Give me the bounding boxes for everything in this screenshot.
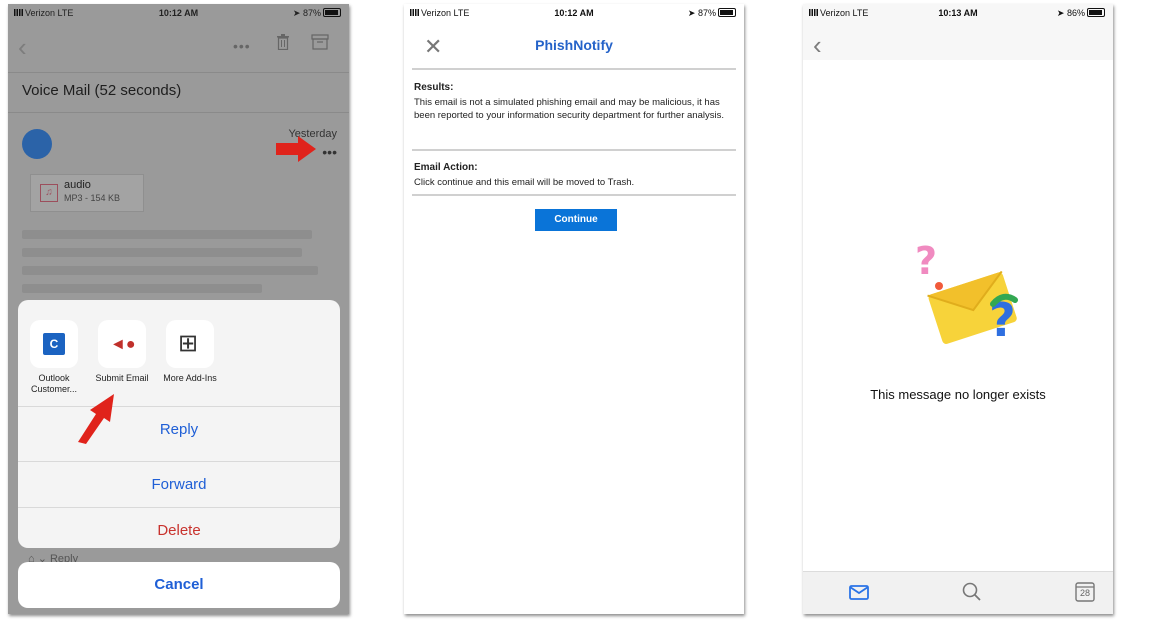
blurred-body-text <box>22 248 302 257</box>
more-options-icon[interactable]: ••• <box>233 38 251 54</box>
calendar-day: 28 <box>1079 588 1090 598</box>
delete-button[interactable]: Delete <box>18 507 340 548</box>
message-toolbar: ‹ ••• <box>8 30 349 70</box>
blurred-body-text <box>22 284 262 293</box>
missing-message-illustration-icon: ? ? <box>915 244 1018 347</box>
status-bar: Verizon LTE 10:12 AM ➤ 87% <box>8 4 349 22</box>
archive-icon[interactable] <box>311 34 329 50</box>
annotation-arrow-icon <box>276 136 316 162</box>
attachment-meta: MP3 - 154 KB <box>64 193 121 203</box>
addin-label: More Add-Ins <box>163 373 217 383</box>
bottom-tab-bar: 28 <box>803 571 1113 614</box>
addin-submit-email[interactable]: ◄● Submit Email <box>92 320 152 384</box>
addin-outlook-customer[interactable]: C Outlook Customer... <box>24 320 84 395</box>
results-text: This email is not a simulated phishing e… <box>414 97 724 121</box>
phone-screen-message-gone: Verizon LTE 10:13 AM ➤ 86% ‹ ? ? This me… <box>803 4 1113 614</box>
phone-screen-action-sheet: Verizon LTE 10:12 AM ➤ 87% ‹ ••• Voice M… <box>8 4 349 614</box>
addin-more[interactable]: ⊞ More Add-Ins <box>160 320 220 384</box>
addin-tile[interactable]: C <box>30 320 78 368</box>
mail-icon[interactable] <box>847 580 871 604</box>
status-bar: Verizon LTE 10:12 AM ➤ 87% <box>404 4 744 22</box>
divider <box>412 68 736 70</box>
email-subject: Voice Mail (52 seconds) <box>22 82 182 99</box>
annotation-arrow-icon <box>78 394 114 444</box>
message-more-icon[interactable]: ••• <box>322 144 337 160</box>
addin-tile[interactable]: ◄● <box>98 320 146 368</box>
continue-button[interactable]: Continue <box>535 209 617 231</box>
divider <box>412 149 736 151</box>
page-title: PhishNotify <box>535 37 613 53</box>
trash-icon[interactable] <box>276 34 290 50</box>
add-grid-icon: ⊞ <box>178 330 199 357</box>
back-chevron-icon[interactable]: ‹ <box>813 32 822 58</box>
phish-fish-icon: ◄● <box>110 336 136 353</box>
battery-icon <box>1087 8 1105 17</box>
battery-percent: 87% <box>302 8 321 18</box>
search-icon[interactable] <box>960 580 984 604</box>
attachment-name: audio <box>64 179 91 191</box>
phone-screen-phishnotify: Verizon LTE 10:12 AM ➤ 87% ✕ PhishNotify… <box>404 4 744 614</box>
attachment-card[interactable]: ♫ audio MP3 - 154 KB <box>30 174 144 212</box>
blurred-body-text <box>22 266 318 275</box>
svg-text:?: ? <box>915 244 937 283</box>
back-chevron-icon[interactable]: ‹ <box>18 34 27 60</box>
calendar-icon[interactable]: 28 <box>1073 580 1097 604</box>
battery-percent: 86% <box>1066 8 1085 18</box>
battery-icon <box>323 8 341 17</box>
addin-tile[interactable]: ⊞ <box>166 320 214 368</box>
addin-label: Submit Email <box>95 373 149 383</box>
location-icon: ➤ <box>292 8 301 18</box>
divider <box>8 112 349 113</box>
battery-icon <box>718 8 736 17</box>
outlook-icon: C <box>43 333 65 355</box>
action-sheet: C Outlook Customer... ◄● Submit Email ⊞ … <box>18 300 340 548</box>
avatar[interactable] <box>22 129 52 159</box>
empty-state-message: This message no longer exists <box>870 387 1046 402</box>
blurred-body-text <box>22 230 312 239</box>
cancel-button[interactable]: Cancel <box>18 562 340 608</box>
email-action-label: Email Action: <box>414 162 478 173</box>
status-bar: Verizon LTE 10:13 AM ➤ 86% <box>803 4 1113 22</box>
divider <box>8 72 349 73</box>
battery-percent: 87% <box>697 8 716 18</box>
divider <box>412 194 736 196</box>
reply-button[interactable]: Reply <box>18 406 340 453</box>
results-label: Results: <box>414 82 454 93</box>
audio-file-icon: ♫ <box>40 184 58 202</box>
forward-button[interactable]: Forward <box>18 461 340 508</box>
location-icon: ➤ <box>687 8 696 18</box>
location-icon: ➤ <box>1056 8 1065 18</box>
email-action-text: Click continue and this email will be mo… <box>414 177 635 188</box>
